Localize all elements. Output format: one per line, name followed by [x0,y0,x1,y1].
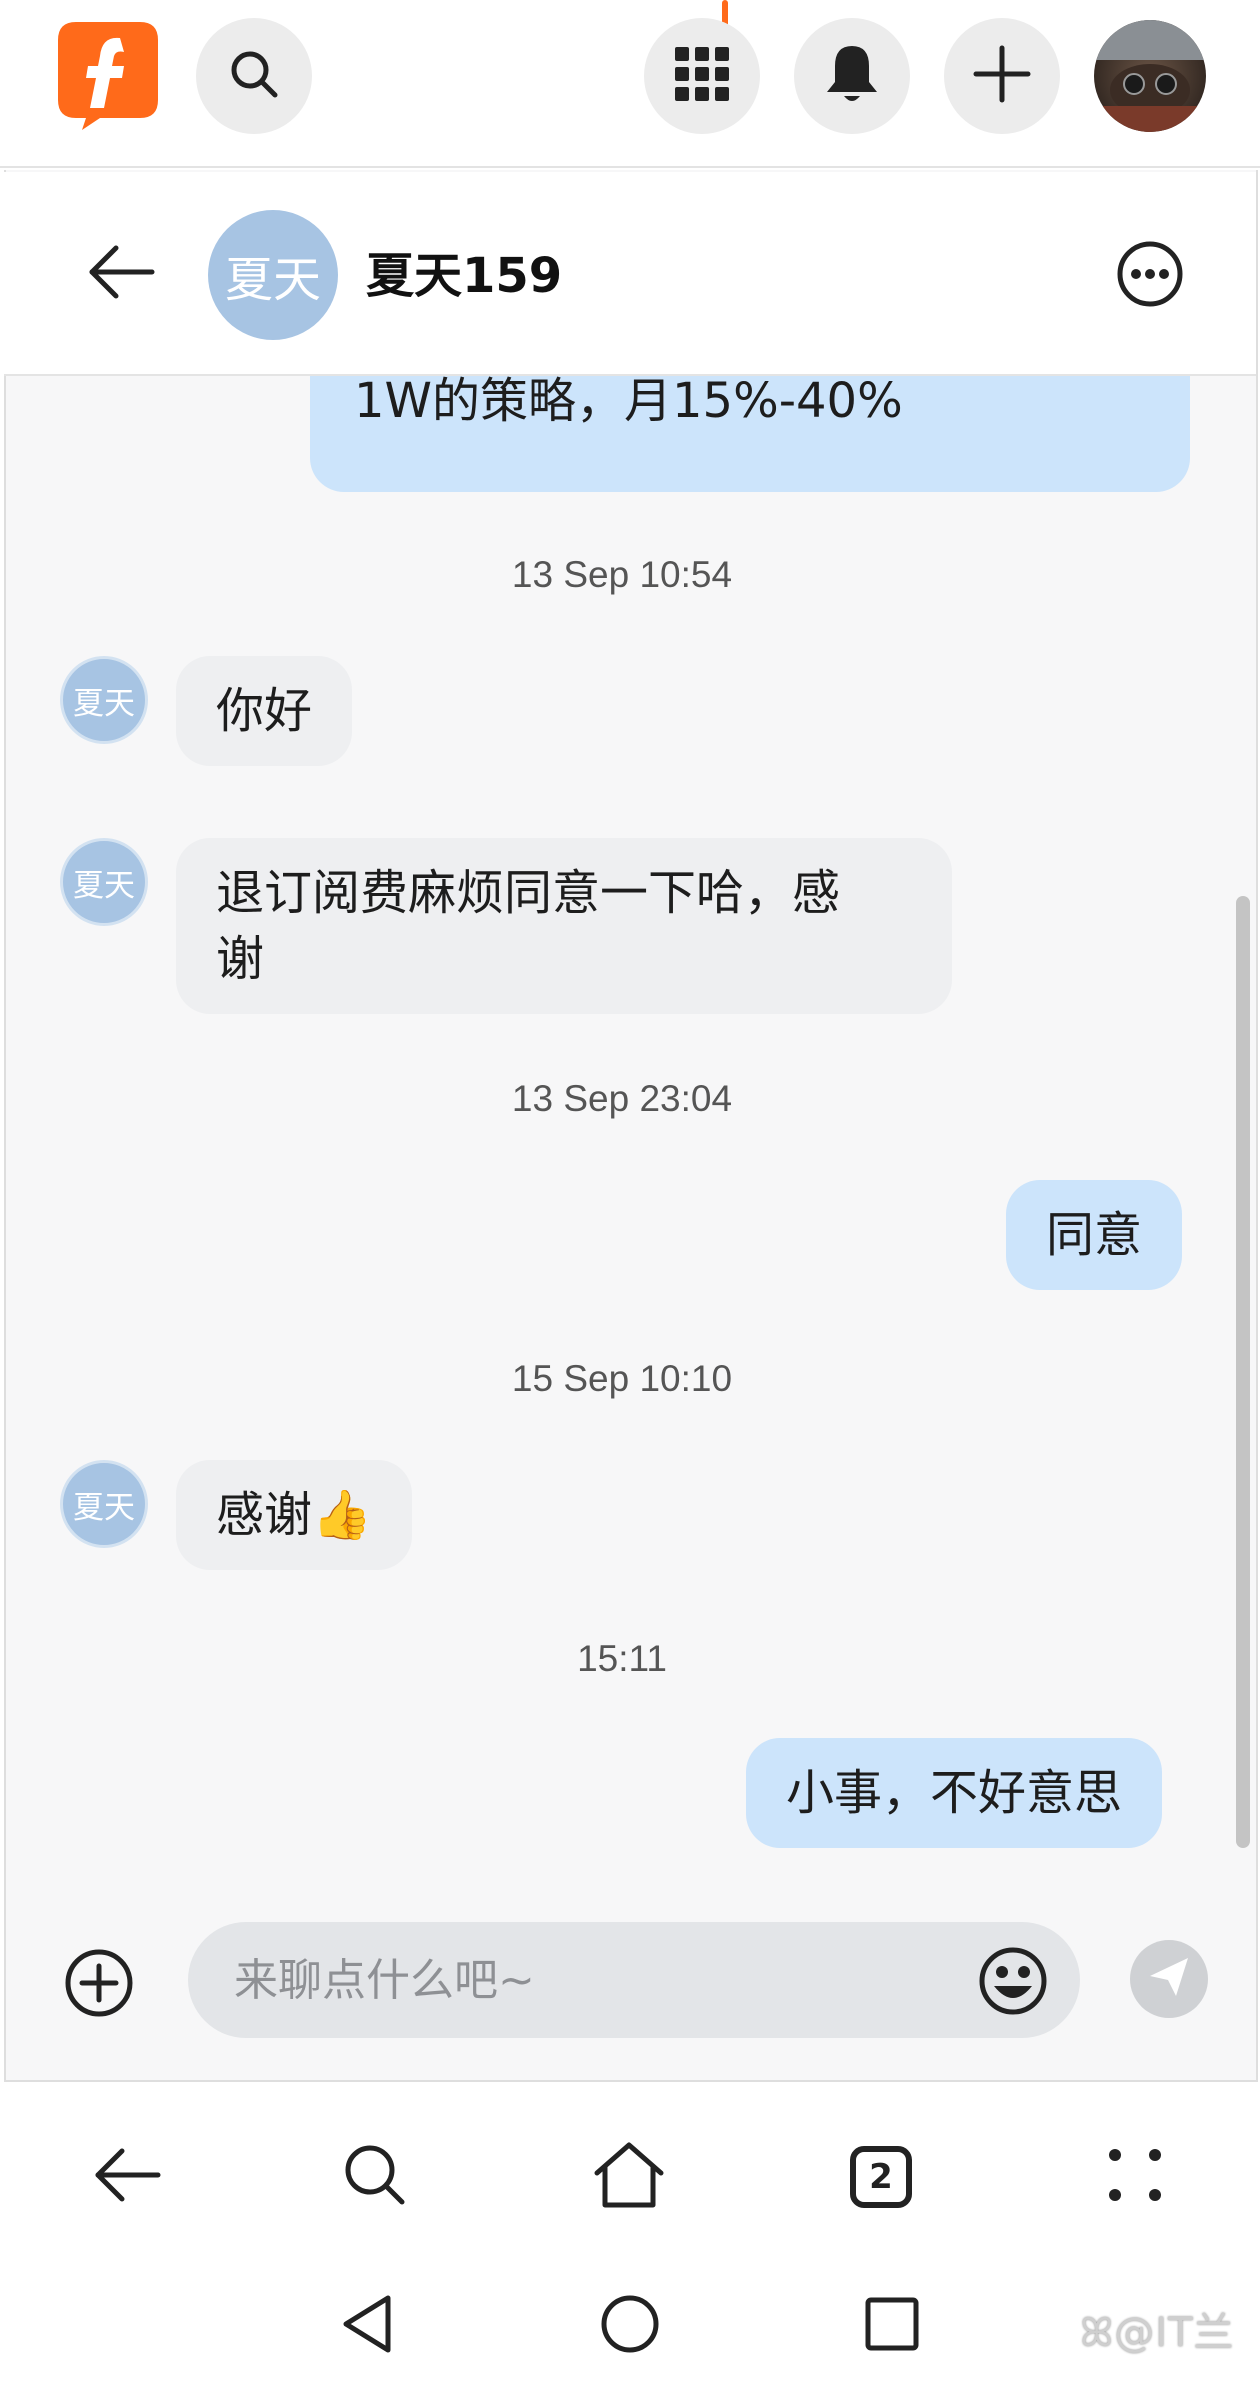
browser-toolbar: 2 [0,2084,1260,2264]
message-avatar[interactable]: 夏天 [60,838,148,926]
emoji-icon [976,1947,1050,2022]
browser-menu-button[interactable] [1090,2132,1180,2222]
send-icon [1146,1954,1192,2004]
message-bubble-outgoing[interactable]: 同意 [1006,1180,1183,1290]
message-text: 感谢👍 [216,1487,372,1543]
message-text-line: 退订阅费麻烦同意一下哈，感 [216,865,841,921]
watermark: ꕤ@IT兰 [1080,2310,1235,2356]
message-bubble-incoming[interactable]: 感谢👍 [176,1460,412,1570]
arrow-left-icon [92,2147,162,2207]
tab-count: 2 [850,2146,912,2208]
message-list[interactable]: 1W的策略，月15%-40% 13 Sep 10:54 夏天 你好 夏天 退订阅… [6,376,1254,1870]
timestamp: 13 Sep 23:04 [511,1078,733,1119]
search-button[interactable] [196,18,312,134]
triangle-back-icon [338,2292,398,2360]
message-text: 同意 [1046,1207,1143,1263]
timestamp: 13 Sep 10:54 [511,554,733,595]
message-avatar[interactable]: 夏天 [60,1460,148,1548]
composer [6,1870,1254,2080]
notifications-button[interactable] [794,18,910,134]
bell-icon [823,42,881,110]
message-text: 你好 [216,683,313,739]
create-button[interactable] [944,18,1060,134]
message-scrollbar[interactable] [1236,896,1250,1848]
top-bar [0,0,1260,168]
dots-grid-icon [1105,2145,1165,2209]
apps-grid-icon [673,45,731,107]
browser-back-button[interactable] [82,2132,172,2222]
message-text: 小事，不好意思 [786,1765,1123,1821]
message-avatar[interactable]: 夏天 [60,656,148,744]
system-recents-button[interactable] [852,2286,932,2366]
search-icon [227,47,281,105]
more-horizontal-icon [1114,241,1186,314]
attach-button[interactable] [62,1946,136,2020]
contact-name[interactable]: 夏天159 [366,236,562,306]
message-bubble-incoming[interactable]: 退订阅费麻烦同意一下哈，感 谢 [176,838,952,1014]
message-text-line: 谢 [216,931,265,987]
app-logo[interactable] [58,22,158,130]
home-icon [591,2139,667,2215]
message-bubble-outgoing[interactable]: 1W的策略，月15%-40% [310,376,1190,492]
timestamp: 15:11 [577,1638,667,1679]
system-navigation-bar: ꕤ@IT兰 [0,2264,1260,2394]
system-home-button[interactable] [590,2286,670,2366]
back-button[interactable] [76,232,166,316]
apps-button[interactable] [644,18,760,134]
arrow-left-icon [86,244,156,304]
browser-home-button[interactable] [584,2132,674,2222]
browser-search-button[interactable] [330,2132,420,2222]
chat-header: 夏天 夏天159 [4,172,1256,376]
emoji-button[interactable] [976,1944,1050,2018]
message-input-container [188,1922,1080,2038]
circle-home-icon [599,2293,661,2359]
search-icon [342,2142,408,2212]
system-back-button[interactable] [328,2286,408,2366]
send-button[interactable] [1130,1940,1208,2018]
message-input[interactable] [234,1948,934,2012]
message-text: 1W的策略，月15%-40% [354,376,903,429]
user-avatar[interactable] [1094,20,1206,132]
message-bubble-outgoing[interactable]: 小事，不好意思 [746,1738,1163,1848]
plus-circle-icon [62,1949,136,2024]
contact-avatar[interactable]: 夏天 [208,210,338,340]
message-bubble-incoming[interactable]: 你好 [176,656,353,766]
square-recents-icon [864,2296,920,2356]
plus-icon [972,44,1032,108]
more-options-button[interactable] [1114,238,1186,310]
timestamp: 15 Sep 10:10 [511,1358,733,1399]
browser-tabs-button[interactable]: 2 [836,2132,926,2222]
